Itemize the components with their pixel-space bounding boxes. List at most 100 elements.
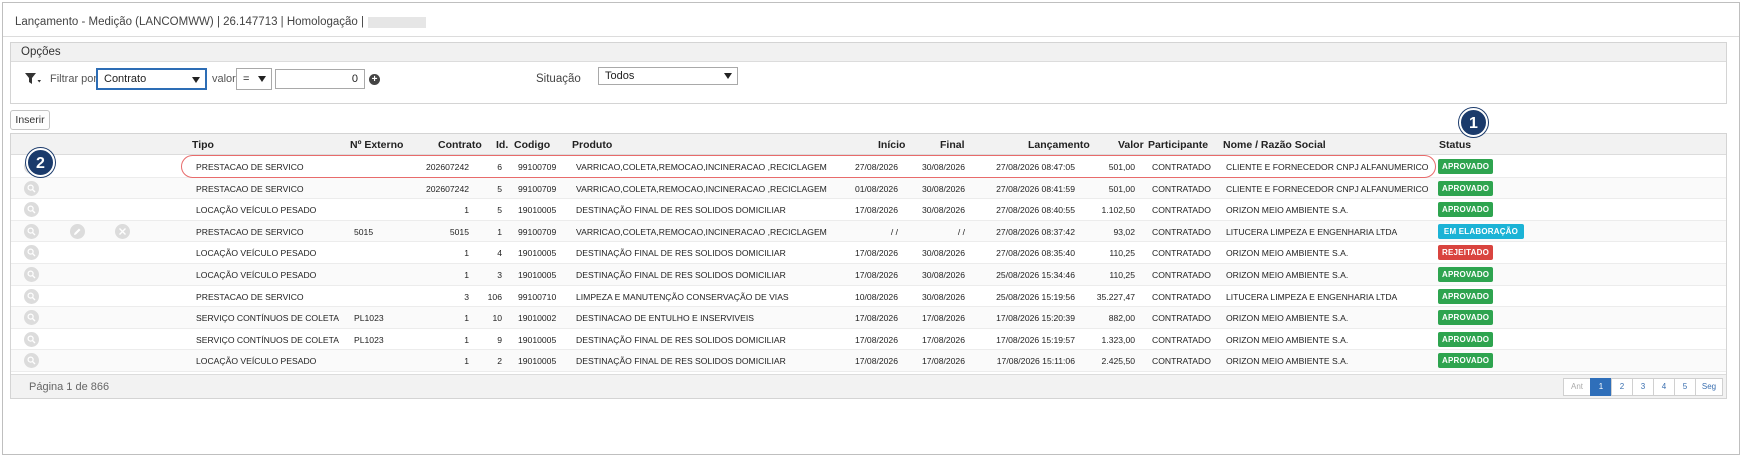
col-contrato[interactable]: Contrato (438, 139, 482, 151)
cell-nome: LITUCERA LIMPEZA E ENGENHARIA LTDA (1226, 291, 1398, 302)
col-produto[interactable]: Produto (572, 139, 612, 151)
pager-page[interactable]: 3 (1632, 378, 1654, 396)
cell-lancamento: 27/08/2026 08:37:42 (996, 226, 1075, 237)
cell-contrato: 202607242 (425, 183, 469, 194)
cell-final: 30/08/2026 (921, 248, 965, 259)
cell-id: 1 (497, 226, 502, 237)
pager-next[interactable]: Seg (1695, 378, 1723, 396)
cell-externo: 5015 (354, 226, 374, 237)
table-row[interactable]: PRESTACAO DE SERVICO 3 106 99100710 LIMPEZA … (11, 286, 1726, 308)
col-final[interactable]: Final (940, 139, 965, 151)
cell-produto: DESTINACAO DE ENTULHO E INSERVIVEIS (576, 313, 754, 324)
magnifier-icon[interactable] (24, 331, 39, 347)
col-valor[interactable]: Valor (1118, 139, 1144, 151)
table-row[interactable]: LOCAÇÃO VEÍCULO PESADO 1 2 19010005 DESTINAÇ… (11, 350, 1726, 372)
filter-field-value: Contrato (104, 73, 147, 85)
cell-codigo: 19010005 (518, 334, 557, 345)
operator-select[interactable]: = (236, 68, 272, 90)
status-badge: APROVADO (1438, 267, 1494, 282)
col-tipo[interactable]: Tipo (192, 139, 214, 151)
pencil-icon[interactable] (70, 223, 85, 239)
cell-codigo: 99100709 (518, 183, 557, 194)
cell-nome: ORIZON MEIO AMBIENTE S.A. (1226, 313, 1349, 324)
cell-participante: CONTRATADO (1152, 313, 1211, 324)
cell-final: 30/08/2026 (921, 183, 965, 194)
cell-contrato: 1 (464, 356, 469, 367)
cell-final: 30/08/2026 (921, 270, 965, 280)
col-externo[interactable]: Nº Externo (350, 139, 403, 151)
status-badge: APROVADO (1438, 310, 1494, 326)
magnifier-icon[interactable] (24, 288, 39, 304)
situation-label: Situação (536, 73, 581, 85)
pager-page[interactable]: 4 (1653, 378, 1675, 396)
col-inicio[interactable]: Início (878, 139, 905, 151)
magnifier-icon[interactable] (24, 202, 39, 218)
cell-nome: LITUCERA LIMPEZA E ENGENHARIA LTDA (1226, 226, 1398, 237)
page-info: Página 1 de 866 (29, 381, 110, 393)
cell-codigo: 19010005 (518, 356, 557, 367)
table-row[interactable]: PRESTACAO DE SERVICO 5015 5015 1 99100709 VAR… (11, 220, 1726, 243)
highlight-row-outline (181, 155, 1436, 178)
table-row[interactable]: PRESTACAO DE SERVICO 202607242 5 99100709 VA… (11, 177, 1726, 200)
col-lancamento[interactable]: Lançamento (1028, 139, 1090, 151)
table-row[interactable]: SERVIÇO CONTÍNUOS DE COLETA PL1023 1 9 19010… (11, 329, 1726, 351)
filter-field-select[interactable]: Contrato (96, 68, 207, 90)
cell-inicio: 10/08/2026 (854, 291, 898, 302)
cell-id: 2 (497, 356, 502, 367)
magnifier-icon[interactable] (24, 223, 39, 239)
cell-nome: CLIENTE E FORNECEDOR CNPJ ALFANUMERICO (1226, 183, 1429, 194)
cell-valor: 93,02 (1113, 226, 1135, 237)
cell-tipo: LOCAÇÃO VEÍCULO PESADO (196, 248, 317, 259)
cell-nome: ORIZON MEIO AMBIENTE S.A. (1226, 248, 1349, 259)
cell-produto: VARRICAO,COLETA,REMOCAO,INCINERACAO ,REC… (576, 183, 827, 194)
cell-inicio: 17/08/2026 (854, 334, 898, 345)
cell-tipo: LOCAÇÃO VEÍCULO PESADO (196, 270, 317, 280)
funnel-icon[interactable] (24, 72, 42, 86)
cell-produto: DESTINAÇÃO FINAL DE RES SOLIDOS DOMICILI… (576, 334, 786, 345)
col-participante[interactable]: Participante (1148, 139, 1208, 151)
close-icon[interactable] (115, 223, 130, 239)
cell-contrato: 1 (464, 205, 469, 216)
cell-lancamento: 17/08/2026 15:11:06 (996, 356, 1075, 367)
col-status[interactable]: Status (1439, 139, 1471, 151)
table-row[interactable]: LOCAÇÃO VEÍCULO PESADO 1 3 19010005 DESTINAÇ… (11, 264, 1726, 286)
cell-produto: VARRICAO,COLETA,REMOCAO,INCINERACAO ,REC… (576, 226, 827, 237)
magnifier-icon[interactable] (24, 267, 39, 282)
cell-tipo: LOCAÇÃO VEÍCULO PESADO (196, 205, 317, 216)
status-badge: APROVADO (1438, 288, 1494, 304)
cell-final: / / (957, 226, 965, 237)
col-nome[interactable]: Nome / Razão Social (1223, 139, 1326, 151)
magnifier-icon[interactable] (24, 180, 39, 196)
chevron-down-icon (258, 76, 266, 82)
pager-page[interactable]: 5 (1674, 378, 1696, 396)
magnifier-icon[interactable] (24, 245, 39, 261)
col-codigo[interactable]: Codigo (514, 139, 550, 151)
magnifier-icon[interactable] (24, 353, 39, 369)
filter-value-input[interactable]: 0 (275, 69, 365, 89)
cell-participante: CONTRATADO (1152, 334, 1211, 345)
cell-produto: DESTINAÇÃO FINAL DE RES SOLIDOS DOMICILI… (576, 356, 786, 367)
magnifier-icon[interactable] (24, 310, 39, 326)
plus-circle-icon[interactable]: + (369, 74, 380, 85)
filter-row: Filtrar por Contrato valor = 0 + Situaçã… (11, 67, 1726, 91)
pager-page[interactable]: 1 (1590, 378, 1612, 396)
situation-select[interactable]: Todos (598, 67, 738, 85)
insert-button[interactable]: Inserir (10, 110, 50, 130)
cell-participante: CONTRATADO (1152, 291, 1211, 302)
chevron-down-icon (192, 77, 200, 83)
col-id[interactable]: Id. (496, 139, 508, 151)
cell-lancamento: 27/08/2026 08:35:40 (996, 248, 1075, 259)
grid-footer: Página 1 de 866 Ant 1 2 3 4 5 Seg (11, 374, 1726, 398)
table-row[interactable]: LOCAÇÃO VEÍCULO PESADO 1 4 19010005 DESTINAÇ… (11, 242, 1726, 264)
table-row[interactable]: SERVIÇO CONTÍNUOS DE COLETA PL1023 1 10 1901… (11, 307, 1726, 329)
cell-valor: 2.425,50 (1101, 356, 1135, 367)
status-badge: APROVADO (1438, 180, 1494, 196)
pager-prev[interactable]: Ant (1563, 378, 1591, 396)
cell-externo: PL1023 (354, 313, 384, 324)
pager-page[interactable]: 2 (1611, 378, 1633, 396)
cell-codigo: 19010005 (518, 205, 557, 216)
cell-inicio: 17/08/2026 (854, 248, 898, 259)
cell-participante: CONTRATADO (1152, 205, 1211, 216)
table-row[interactable]: LOCAÇÃO VEÍCULO PESADO 1 5 19010005 DESTINAÇ… (11, 199, 1726, 221)
cell-contrato: 5015 (449, 226, 469, 237)
